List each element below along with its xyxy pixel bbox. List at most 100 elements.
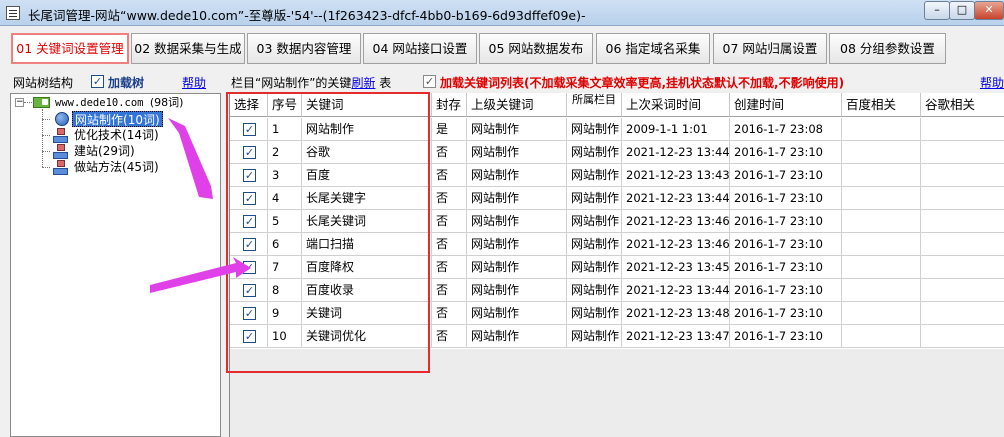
- keyword-grid: 选择 序号 关键词 封存 上级关键词 所属栏目 上次采词时间 创建时间 百度相关…: [229, 93, 1004, 437]
- column-header-column[interactable]: 所属栏目: [567, 93, 622, 117]
- cell-keyword: 百度: [302, 164, 432, 187]
- cell-parent-keyword: 网站制作: [467, 141, 567, 164]
- cell-select: ✓: [230, 118, 268, 141]
- cell-baidu: [842, 325, 921, 348]
- tree-item-build-site[interactable]: 建站(29词): [74, 143, 135, 159]
- row-checkbox[interactable]: ✓: [243, 169, 256, 182]
- minimize-button[interactable]: –: [924, 1, 950, 20]
- load-tree-checkbox[interactable]: ✓: [91, 75, 104, 88]
- cell-google: [921, 233, 1004, 256]
- table-row[interactable]: ✓ 2 谷歌否网站制作 网站制作 2021-12-23 13:44 2016-1-7 23…: [230, 141, 1004, 164]
- cell-column: 网站制作: [567, 279, 622, 302]
- cell-keyword: 百度降权: [302, 256, 432, 279]
- cell-baidu: [842, 233, 921, 256]
- grid-help-link[interactable]: 帮助: [980, 74, 1004, 91]
- tree-item-label: 建站: [74, 144, 99, 158]
- column-header-last-time[interactable]: 上次采词时间: [622, 93, 730, 117]
- load-tree-label[interactable]: 加载树: [108, 74, 144, 91]
- tab-keyword-settings[interactable]: 01 关键词设置管理: [11, 33, 129, 64]
- maximize-button[interactable]: □: [949, 1, 975, 20]
- cell-baidu: [842, 256, 921, 279]
- row-checkbox[interactable]: ✓: [243, 146, 256, 159]
- cell-sealed: 是: [432, 118, 467, 141]
- row-checkbox[interactable]: ✓: [243, 330, 256, 343]
- cell-keyword: 长尾关键词: [302, 210, 432, 233]
- tab-domain-collection[interactable]: 06 指定域名采集: [596, 33, 710, 64]
- cell-column: 网站制作: [567, 233, 622, 256]
- site-tree: − www.dede10.com (98词) 网站制作(10词) 优化技术(14…: [10, 93, 221, 437]
- cell-parent-keyword: 网站制作: [467, 325, 567, 348]
- table-row[interactable]: ✓ 9 关键词否网站制作 网站制作 2021-12-23 13:48 2016-1-7 2…: [230, 302, 1004, 325]
- tree-root[interactable]: www.dede10.com (98词): [55, 95, 183, 111]
- table-row[interactable]: ✓ 1 网站制作是网站制作 网站制作 2009-1-1 1:01 2016-1-7 23:…: [230, 118, 1004, 141]
- column-header-created[interactable]: 创建时间: [730, 93, 842, 117]
- title-suffix: 表: [379, 76, 392, 90]
- table-row[interactable]: ✓ 8 百度收录否网站制作 网站制作 2021-12-23 13:44 2016-1-7 …: [230, 279, 1004, 302]
- cell-google: [921, 164, 1004, 187]
- cell-column: 网站制作: [567, 141, 622, 164]
- tab-data-publish[interactable]: 05 网站数据发布: [479, 33, 593, 64]
- cell-select: ✓: [230, 141, 268, 164]
- load-keywords-checkbox[interactable]: ✓: [423, 75, 436, 88]
- column-header-parent[interactable]: 上级关键词: [467, 93, 567, 117]
- tab-group-params[interactable]: 08 分组参数设置: [829, 33, 946, 64]
- column-header-no[interactable]: 序号: [268, 93, 302, 117]
- close-button[interactable]: ✕: [974, 1, 1004, 20]
- cell-no: 6: [268, 233, 302, 256]
- tree-root-label: www.dede10.com: [55, 97, 144, 109]
- row-checkbox[interactable]: ✓: [243, 307, 256, 320]
- column-header-google[interactable]: 谷歌相关: [921, 93, 1004, 117]
- row-checkbox[interactable]: ✓: [243, 192, 256, 205]
- cell-column: 网站制作: [567, 256, 622, 279]
- tree-panel-title: 网站树结构: [13, 76, 74, 90]
- cell-keyword: 长尾关键字: [302, 187, 432, 210]
- table-row[interactable]: ✓ 5 长尾关键词否网站制作 网站制作 2021-12-23 13:46 2016-1-7…: [230, 210, 1004, 233]
- cell-keyword: 端口扫描: [302, 233, 432, 256]
- table-row[interactable]: ✓ 4 长尾关键字否网站制作 网站制作 2021-12-23 13:44 2016-1-7…: [230, 187, 1004, 210]
- tab-content-management[interactable]: 03 数据内容管理: [247, 33, 361, 64]
- column-header-keyword[interactable]: 关键词: [302, 93, 432, 117]
- row-checkbox[interactable]: ✓: [243, 123, 256, 136]
- cell-last-time: 2021-12-23 13:43: [622, 164, 730, 187]
- tab-site-ownership[interactable]: 07 网站归属设置: [713, 33, 827, 64]
- cell-no: 9: [268, 302, 302, 325]
- column-header-baidu[interactable]: 百度相关: [842, 93, 921, 117]
- cell-created-time: 2016-1-7 23:10: [730, 210, 842, 233]
- cell-no: 2: [268, 141, 302, 164]
- column-header-sealed[interactable]: 封存: [432, 93, 467, 117]
- table-row[interactable]: ✓ 10 关键词优化否网站制作 网站制作 2021-12-23 13:47 2016-1-…: [230, 325, 1004, 348]
- cell-no: 4: [268, 187, 302, 210]
- refresh-link[interactable]: 刷新: [351, 76, 375, 90]
- cell-no: 7: [268, 256, 302, 279]
- cell-baidu: [842, 164, 921, 187]
- load-keywords-label[interactable]: 加载关键词列表(不加载采集文章效率更高,挂机状态默认不加载,不影响使用): [440, 74, 844, 91]
- tree-item-optimization[interactable]: 优化技术(14词): [74, 127, 159, 143]
- cell-google: [921, 256, 1004, 279]
- tree-item-methods[interactable]: 做站方法(45词): [74, 159, 159, 175]
- column-header-select[interactable]: 选择: [230, 93, 268, 117]
- collapse-icon[interactable]: −: [15, 98, 24, 107]
- table-row[interactable]: ✓ 3 百度否网站制作 网站制作 2021-12-23 13:43 2016-1-7 23…: [230, 164, 1004, 187]
- table-row[interactable]: ✓ 7 百度降权否网站制作 网站制作 2021-12-23 13:45 2016-1-7 …: [230, 256, 1004, 279]
- row-checkbox[interactable]: ✓: [243, 261, 256, 274]
- right-panel-header: 栏目“网站制作”的关键刷新 表 ✓ 加载关键词列表(不加载采集文章效率更高,挂机…: [226, 72, 1004, 92]
- cell-sealed: 否: [432, 141, 467, 164]
- cell-parent-keyword: 网站制作: [467, 118, 567, 141]
- cell-select: ✓: [230, 233, 268, 256]
- app-icon: [6, 6, 20, 20]
- cell-baidu: [842, 210, 921, 233]
- cell-sealed: 否: [432, 233, 467, 256]
- table-row[interactable]: ✓ 6 端口扫描否网站制作 网站制作 2021-12-23 13:46 2016-1-7 …: [230, 233, 1004, 256]
- row-checkbox[interactable]: ✓: [243, 238, 256, 251]
- cell-created-time: 2016-1-7 23:10: [730, 256, 842, 279]
- row-checkbox[interactable]: ✓: [243, 215, 256, 228]
- tab-api-settings[interactable]: 04 网站接口设置: [363, 33, 477, 64]
- tree-help-link[interactable]: 帮助: [182, 74, 206, 91]
- cell-last-time: 2021-12-23 13:44: [622, 187, 730, 210]
- tab-data-collection[interactable]: 02 数据采集与生成: [131, 33, 245, 64]
- cell-created-time: 2016-1-7 23:10: [730, 141, 842, 164]
- row-checkbox[interactable]: ✓: [243, 284, 256, 297]
- cell-google: [921, 302, 1004, 325]
- network-icon: [53, 160, 68, 175]
- tree-item-website-making[interactable]: 网站制作(10词): [72, 111, 163, 127]
